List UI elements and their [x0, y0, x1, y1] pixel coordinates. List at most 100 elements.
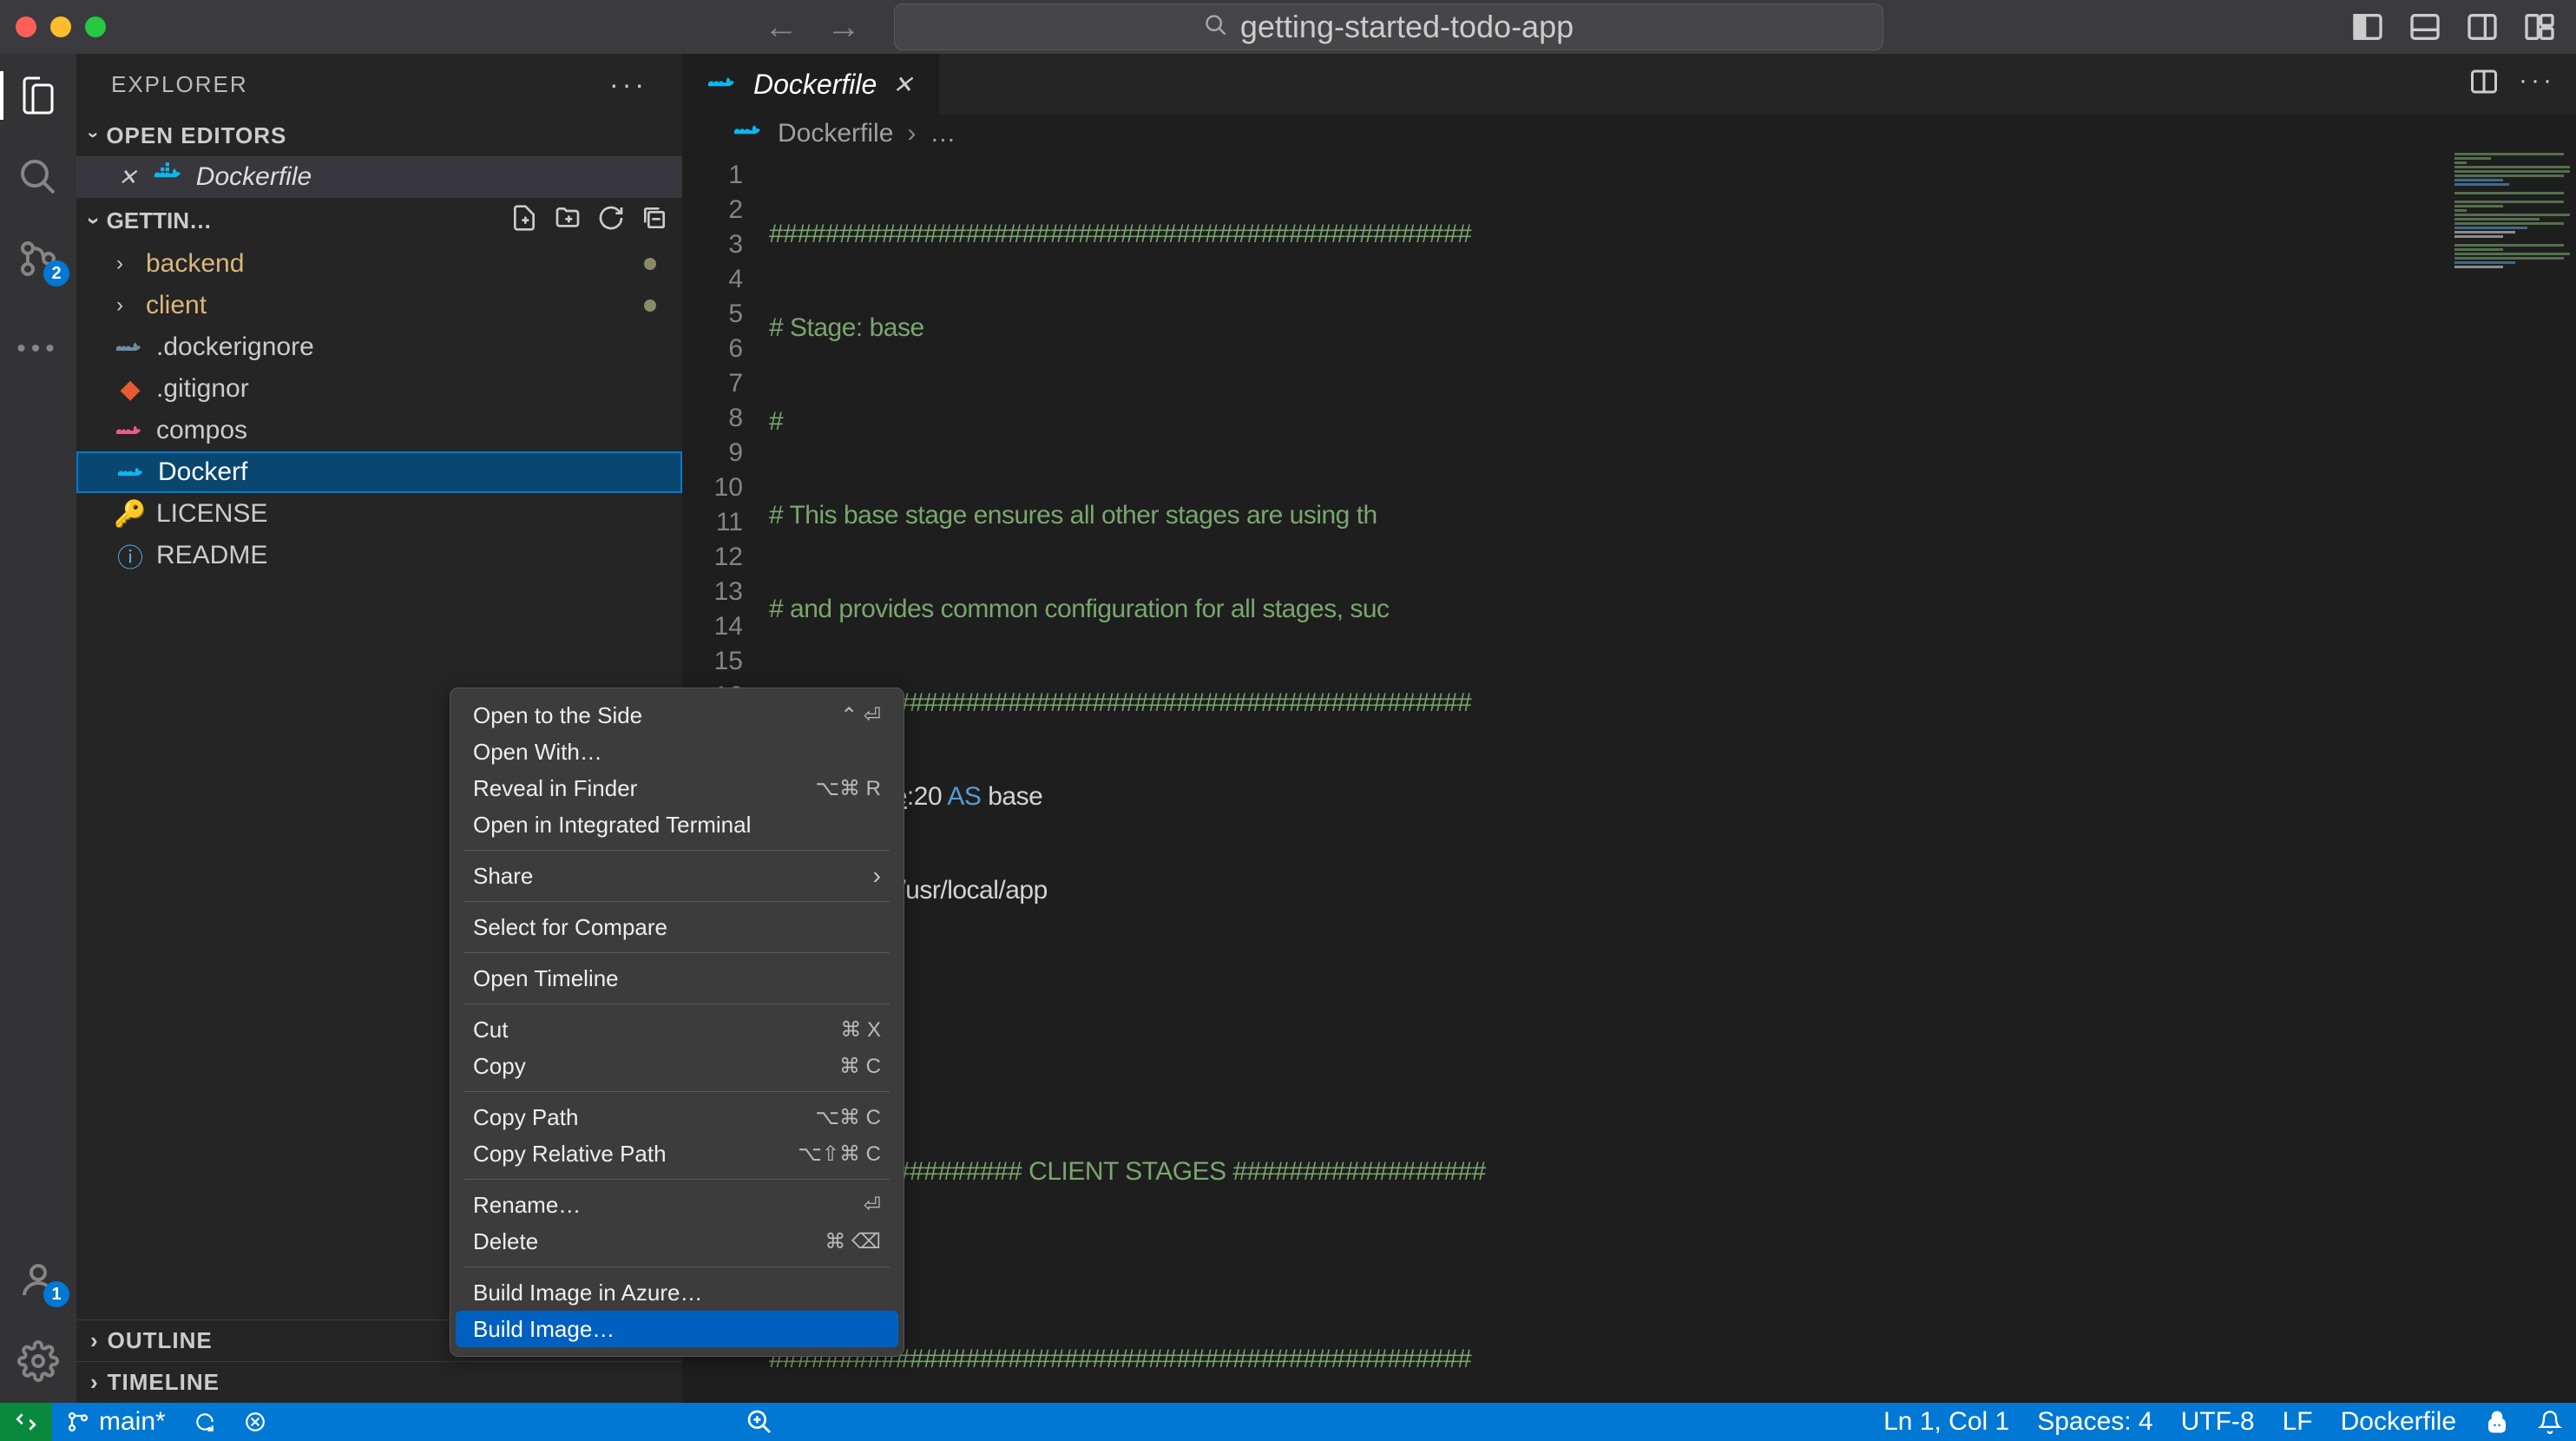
- indentation-button[interactable]: Spaces: 4: [2023, 1407, 2166, 1437]
- close-window-button[interactable]: [16, 16, 36, 37]
- menu-divider: [464, 1091, 890, 1092]
- sidebar-more-button[interactable]: ···: [609, 69, 647, 101]
- toggle-panel-button[interactable]: [2404, 6, 2446, 48]
- new-file-button[interactable]: [510, 204, 538, 238]
- open-editor-item[interactable]: ✕ Dockerfile: [76, 156, 682, 198]
- close-tab-button[interactable]: ✕: [892, 70, 912, 99]
- new-folder-button[interactable]: [554, 204, 582, 238]
- remote-button[interactable]: [0, 1403, 52, 1441]
- window-controls: [16, 16, 106, 37]
- code-editor[interactable]: 1234567891011121314151617 ##############…: [682, 153, 2576, 1403]
- tree-file-dockerfile[interactable]: Dockerf: [76, 451, 682, 493]
- nav-back-button[interactable]: ←: [760, 6, 802, 48]
- timeline-section[interactable]: › TIMELINE: [76, 1361, 682, 1403]
- accounts-badge: 1: [43, 1281, 69, 1307]
- menu-build-image[interactable]: Build Image…: [456, 1311, 898, 1347]
- folder-section[interactable]: › GETTIN…: [76, 198, 682, 243]
- chevron-right-icon: ›: [116, 252, 134, 276]
- breadcrumb[interactable]: Dockerfile › …: [682, 115, 2576, 153]
- menu-copy-path[interactable]: Copy Path⌥⌘ C: [456, 1099, 898, 1135]
- more-activity[interactable]: •••: [14, 325, 62, 373]
- encoding-button[interactable]: UTF-8: [2167, 1407, 2269, 1437]
- open-editors-section[interactable]: › OPEN EDITORS: [76, 115, 682, 156]
- minimize-window-button[interactable]: [50, 16, 71, 37]
- menu-select-compare[interactable]: Select for Compare: [456, 909, 898, 945]
- sidebar-title: EXPLORER: [111, 71, 248, 98]
- split-editor-button[interactable]: [2468, 66, 2500, 103]
- modified-dot-icon: [644, 258, 656, 270]
- file-label: README: [156, 541, 267, 570]
- tree-file-readme[interactable]: ⓘ README: [76, 535, 682, 576]
- tree-file-compose[interactable]: compos: [76, 410, 682, 451]
- nav-forward-button[interactable]: →: [823, 6, 864, 48]
- activity-bar: 2 ••• 1: [0, 54, 76, 1403]
- file-label: .gitignor: [156, 374, 249, 404]
- folder-label: backend: [146, 249, 244, 279]
- folder-label: client: [146, 291, 207, 320]
- chevron-down-icon: ›: [81, 217, 108, 225]
- search-text: getting-started-todo-app: [1240, 9, 1574, 45]
- close-icon[interactable]: ✕: [118, 164, 137, 191]
- docker-icon: [118, 461, 146, 484]
- editor-more-button[interactable]: ···: [2519, 66, 2555, 103]
- open-editors-label: OPEN EDITORS: [106, 122, 286, 149]
- docker-icon: [116, 336, 144, 359]
- sidebar-header: EXPLORER ···: [76, 54, 682, 115]
- minimap[interactable]: [2454, 153, 2576, 1403]
- menu-divider: [464, 901, 890, 902]
- file-label: Dockerf: [158, 457, 247, 487]
- chevron-down-icon: ›: [82, 132, 105, 139]
- menu-divider: [464, 952, 890, 953]
- menu-cut[interactable]: Cut⌘ X: [456, 1011, 898, 1048]
- language-mode-button[interactable]: Dockerfile: [2327, 1407, 2470, 1437]
- settings-activity[interactable]: [14, 1337, 62, 1385]
- tree-folder-backend[interactable]: › backend: [76, 243, 682, 285]
- chevron-right-icon: ›: [90, 1327, 99, 1354]
- menu-copy[interactable]: Copy⌘ C: [456, 1048, 898, 1084]
- menu-share[interactable]: Share: [456, 858, 898, 894]
- menu-open-to-side[interactable]: Open to the Side⌃ ⏎: [456, 697, 898, 734]
- code-content: ########################################…: [769, 153, 2576, 1403]
- menu-divider: [464, 1003, 890, 1004]
- command-center[interactable]: getting-started-todo-app: [894, 3, 1883, 50]
- editor-tab[interactable]: Dockerfile ✕: [682, 54, 939, 115]
- branch-name: main*: [99, 1407, 166, 1437]
- outline-label: OUTLINE: [108, 1327, 213, 1354]
- collapse-all-button[interactable]: [641, 204, 668, 238]
- search-icon: [1204, 9, 1228, 45]
- toggle-primary-sidebar-button[interactable]: [2347, 6, 2389, 48]
- editor-area: Dockerfile ✕ ··· Dockerfile › … 12345678…: [682, 54, 2576, 1403]
- tree-file-license[interactable]: 🔑 LICENSE: [76, 493, 682, 535]
- menu-divider: [464, 850, 890, 851]
- problems-button[interactable]: [230, 1403, 280, 1441]
- explorer-activity[interactable]: [14, 71, 62, 120]
- toggle-secondary-sidebar-button[interactable]: [2461, 6, 2503, 48]
- menu-build-azure[interactable]: Build Image in Azure…: [456, 1274, 898, 1311]
- menu-delete[interactable]: Delete⌘ ⌫: [456, 1223, 898, 1260]
- refresh-button[interactable]: [597, 204, 625, 238]
- zoom-button[interactable]: [732, 1403, 787, 1441]
- breadcrumb-rest: …: [930, 119, 956, 148]
- docker-icon: [708, 69, 738, 101]
- sync-button[interactable]: [180, 1403, 230, 1441]
- context-menu: Open to the Side⌃ ⏎ Open With… Reveal in…: [450, 688, 904, 1357]
- eol-button[interactable]: LF: [2269, 1407, 2327, 1437]
- cursor-position[interactable]: Ln 1, Col 1: [1870, 1407, 2023, 1437]
- tree-file-gitignore[interactable]: ◆ .gitignor: [76, 368, 682, 410]
- notifications-button[interactable]: [2524, 1410, 2576, 1434]
- accounts-activity[interactable]: 1: [14, 1255, 62, 1304]
- maximize-window-button[interactable]: [85, 16, 106, 37]
- copilot-button[interactable]: [2470, 1409, 2524, 1435]
- menu-rename[interactable]: Rename…⏎: [456, 1187, 898, 1223]
- menu-open-terminal[interactable]: Open in Integrated Terminal: [456, 806, 898, 843]
- customize-layout-button[interactable]: [2519, 6, 2560, 48]
- tree-file-dockerignore[interactable]: .dockerignore: [76, 326, 682, 368]
- menu-open-timeline[interactable]: Open Timeline: [456, 960, 898, 997]
- source-control-activity[interactable]: 2: [14, 234, 62, 283]
- search-activity[interactable]: [14, 153, 62, 201]
- branch-button[interactable]: main*: [52, 1403, 180, 1441]
- menu-reveal-finder[interactable]: Reveal in Finder⌥⌘ R: [456, 770, 898, 806]
- tree-folder-client[interactable]: › client: [76, 285, 682, 326]
- menu-copy-relative-path[interactable]: Copy Relative Path⌥⇧⌘ C: [456, 1135, 898, 1172]
- menu-open-with[interactable]: Open With…: [456, 734, 898, 770]
